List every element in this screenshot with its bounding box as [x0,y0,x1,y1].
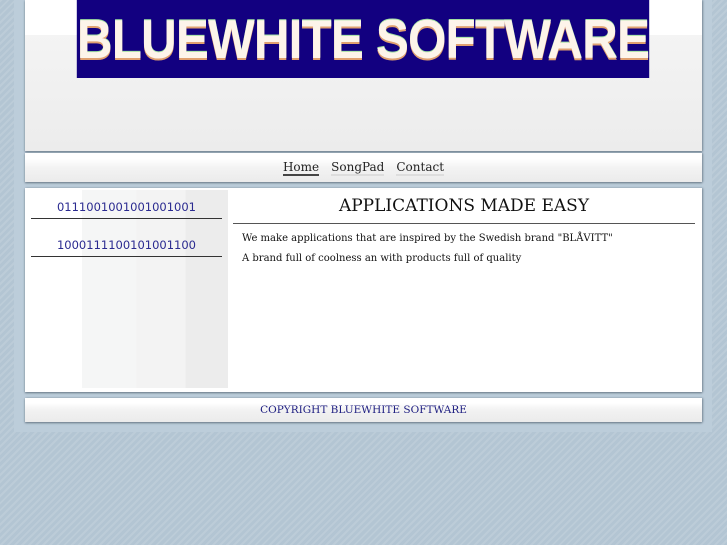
brand-paragraph: A brand full of coolness an with product… [242,253,522,264]
copyright-text: COPYRIGHT BLUEWHITE SOFTWARE [260,404,467,416]
nav-songpad[interactable]: SongPad [331,160,385,176]
logo-text: BLUEWHITE SOFTWARE [76,8,650,70]
header: BLUEWHITE SOFTWARE [25,0,702,151]
logo-banner[interactable]: BLUEWHITE SOFTWARE [76,0,650,78]
nav-home[interactable]: Home [282,160,320,176]
footer: COPYRIGHT BLUEWHITE SOFTWARE [25,398,702,422]
sidebar-link-1[interactable]: 0111001001001001001 [31,200,222,219]
sidebar-link-2[interactable]: 1000111100101001100 [31,238,222,257]
sidebar: 0111001001001001001 1000111100101001100 [25,190,228,388]
main-content: APPLICATIONS MADE EASY We make applicati… [233,188,695,264]
page-title: APPLICATIONS MADE EASY [233,188,695,224]
main-nav: Home SongPad Contact [25,153,702,182]
content-area: 0111001001001001001 1000111100101001100 … [25,188,702,392]
intro-paragraph: We make applications that are inspired b… [242,233,613,244]
nav-contact[interactable]: Contact [396,160,445,176]
